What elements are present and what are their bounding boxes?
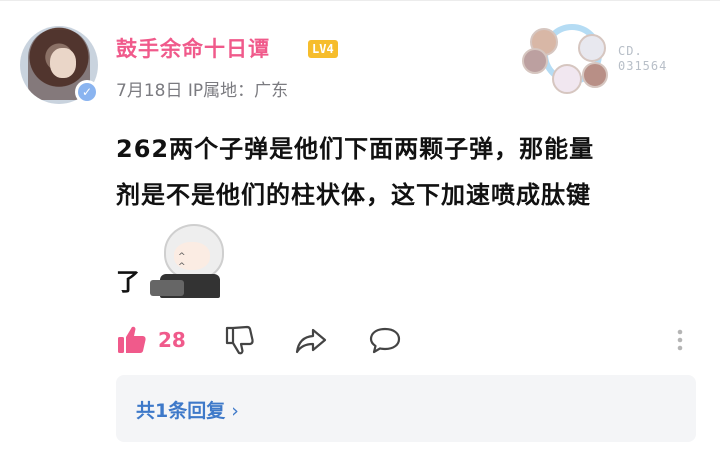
fan-badge-image[interactable] bbox=[522, 24, 608, 96]
sticker-emote: ^ ^ bbox=[150, 224, 230, 300]
fan-badge-code: CD. 031564 bbox=[618, 44, 668, 73]
verified-icon: ✓ bbox=[75, 80, 99, 104]
ip-location: IP属地：广东 bbox=[187, 81, 289, 101]
dislike-button[interactable] bbox=[224, 320, 256, 360]
content-line: 262两个子弹是他们下面两颗子弹，那能量 bbox=[116, 135, 595, 163]
thumb-up-icon bbox=[118, 326, 146, 353]
comment-meta: 7月18日 IP属地：广东 bbox=[116, 76, 288, 101]
username[interactable]: 鼓手余命十日谭 bbox=[116, 33, 270, 63]
comment-icon bbox=[369, 327, 401, 354]
like-count: 28 bbox=[158, 328, 186, 352]
top-divider bbox=[0, 0, 720, 1]
reply-summary: 共1条回复 bbox=[136, 400, 226, 422]
thumb-down-icon bbox=[225, 325, 254, 355]
more-vertical-icon bbox=[677, 329, 683, 351]
comment-button[interactable] bbox=[368, 320, 402, 360]
comment-date: 7月18日 bbox=[116, 81, 183, 101]
content-tail: 了 bbox=[116, 268, 140, 296]
share-button[interactable] bbox=[294, 320, 328, 360]
more-options-button[interactable] bbox=[674, 320, 686, 360]
view-replies-link[interactable]: 共1条回复 › bbox=[136, 396, 239, 423]
chevron-right-icon: › bbox=[231, 400, 239, 422]
like-button[interactable]: 28 bbox=[116, 320, 186, 360]
comment-content: 262两个子弹是他们下面两颗子弹，那能量 剂是不是他们的柱状体，这下加速喷成肽键 bbox=[116, 126, 696, 218]
content-line: 剂是不是他们的柱状体，这下加速喷成肽键 bbox=[116, 181, 591, 209]
comment-actions: 28 bbox=[116, 320, 696, 360]
level-badge: LV4 bbox=[308, 40, 338, 58]
replies-panel[interactable]: 共1条回复 › bbox=[116, 375, 696, 442]
share-icon bbox=[295, 328, 327, 354]
